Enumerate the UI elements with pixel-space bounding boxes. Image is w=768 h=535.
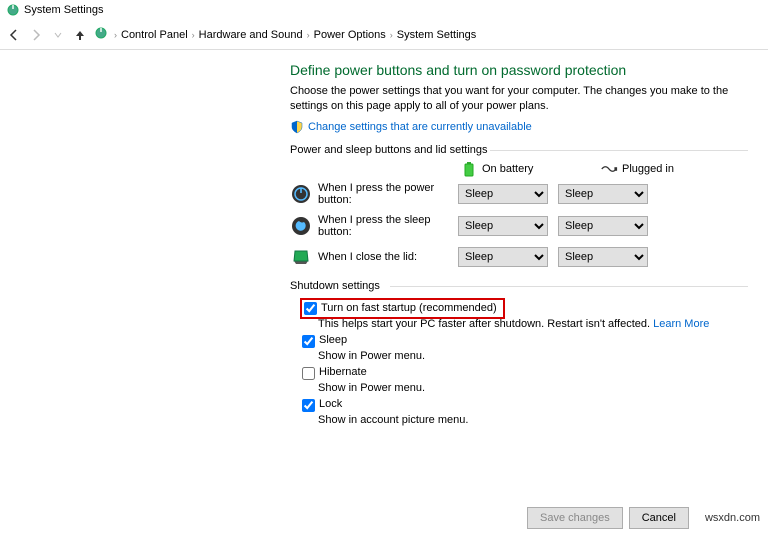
breadcrumb-item[interactable]: Control Panel: [121, 29, 188, 41]
lock-checkbox[interactable]: [302, 399, 315, 412]
hibernate-label: Hibernate: [319, 366, 367, 378]
chevron-right-icon: ›: [114, 30, 117, 40]
fast-startup-checkbox[interactable]: [304, 302, 317, 315]
row-label: When I press the sleep button:: [318, 214, 458, 238]
battery-icon: [460, 162, 478, 176]
chevron-right-icon: ›: [192, 30, 195, 40]
sleep-button-icon: [290, 215, 312, 237]
row-power-button: When I press the power button: Sleep Sle…: [290, 182, 748, 206]
window-title: System Settings: [24, 4, 103, 16]
breadcrumb-item[interactable]: Hardware and Sound: [199, 29, 303, 41]
sleep-button-plugged-select[interactable]: Sleep: [558, 216, 648, 236]
page-description: Choose the power settings that you want …: [290, 84, 740, 114]
lock-option-row: Lock: [290, 398, 748, 412]
shield-icon: [290, 120, 304, 134]
row-sleep-button: When I press the sleep button: Sleep Sle…: [290, 214, 748, 238]
fast-startup-sub: This helps start your PC faster after sh…: [290, 318, 748, 330]
col-battery: On battery: [460, 162, 560, 176]
col-plugged: Plugged in: [600, 162, 700, 176]
nav-up-icon[interactable]: [72, 27, 88, 43]
power-button-battery-select[interactable]: Sleep: [458, 184, 548, 204]
power-button-plugged-select[interactable]: Sleep: [558, 184, 648, 204]
lock-label: Lock: [319, 398, 342, 410]
row-close-lid: When I close the lid: Sleep Sleep: [290, 246, 748, 268]
row-label: When I press the power button:: [318, 182, 458, 206]
column-headers: On battery Plugged in: [460, 162, 748, 176]
lid-plugged-select[interactable]: Sleep: [558, 247, 648, 267]
change-settings-link[interactable]: Change settings that are currently unava…: [308, 121, 532, 133]
titlebar: System Settings: [0, 0, 768, 20]
power-button-icon: [290, 183, 312, 205]
watermark: wsxdn.com: [705, 512, 760, 524]
col-plugged-label: Plugged in: [622, 163, 674, 175]
cancel-button[interactable]: Cancel: [629, 507, 689, 529]
hibernate-option-row: Hibernate: [290, 366, 748, 380]
power-options-icon: [6, 3, 20, 17]
sleep-option-row: Sleep: [290, 334, 748, 348]
hibernate-checkbox[interactable]: [302, 367, 315, 380]
plug-icon: [600, 162, 618, 176]
fast-startup-label: Turn on fast startup (recommended): [321, 302, 497, 314]
breadcrumb-folder-icon: [94, 26, 108, 43]
nav-back-icon[interactable]: [6, 27, 22, 43]
shutdown-settings-group: Shutdown settings Turn on fast startup (…: [290, 280, 748, 426]
breadcrumb: › Control Panel › Hardware and Sound › P…: [114, 29, 476, 41]
col-battery-label: On battery: [482, 163, 533, 175]
hibernate-sub: Show in Power menu.: [290, 382, 748, 394]
chevron-right-icon: ›: [307, 30, 310, 40]
nav-forward-icon: [28, 27, 44, 43]
row-label: When I close the lid:: [318, 251, 458, 263]
lock-sub: Show in account picture menu.: [290, 414, 748, 426]
breadcrumb-item[interactable]: Power Options: [314, 29, 386, 41]
sleep-label: Sleep: [319, 334, 347, 346]
sleep-checkbox[interactable]: [302, 335, 315, 348]
learn-more-link[interactable]: Learn More: [653, 318, 709, 330]
admin-link-row: Change settings that are currently unava…: [290, 120, 748, 134]
page-heading: Define power buttons and turn on passwor…: [290, 62, 748, 78]
breadcrumb-item[interactable]: System Settings: [397, 29, 476, 41]
footer-buttons: Save changes Cancel wsxdn.com: [527, 507, 760, 529]
main-content: Define power buttons and turn on passwor…: [0, 50, 768, 442]
highlighted-fast-startup: Turn on fast startup (recommended): [300, 298, 505, 319]
sleep-button-battery-select[interactable]: Sleep: [458, 216, 548, 236]
sleep-sub: Show in Power menu.: [290, 350, 748, 362]
chevron-right-icon: ›: [390, 30, 393, 40]
nav-dropdown-icon[interactable]: [50, 27, 66, 43]
navbar: › Control Panel › Hardware and Sound › P…: [0, 20, 768, 50]
lid-battery-select[interactable]: Sleep: [458, 247, 548, 267]
lid-icon: [290, 246, 312, 268]
group-label-power-sleep: Power and sleep buttons and lid settings: [290, 144, 748, 156]
group-label-shutdown: Shutdown settings: [290, 280, 748, 292]
save-button[interactable]: Save changes: [527, 507, 623, 529]
